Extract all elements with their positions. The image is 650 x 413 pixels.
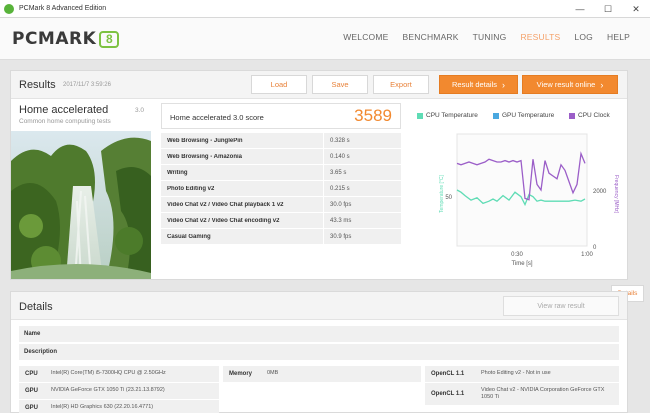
opencl-label: OpenCL 1.1: [431, 371, 465, 377]
nav-welcome[interactable]: WELCOME: [343, 32, 388, 42]
chevron-right-icon: ›: [600, 79, 604, 90]
subtest-name: Casual Gaming: [167, 233, 211, 240]
x-tick: 1:00: [581, 252, 593, 258]
opencl-value: Photo Editing v2 - Not in use: [481, 370, 551, 376]
subtest-name: Web Browsing - JunglePin: [167, 137, 243, 144]
subtest-row: Web Browsing - Amazonia 0.140 s: [161, 149, 401, 164]
x-axis-label: Time [s]: [511, 261, 532, 267]
logo-badge: 8: [99, 30, 120, 48]
view-result-online-button[interactable]: View result online ›: [522, 75, 618, 94]
y-right-axis-label: Frequency [MHz]: [613, 175, 619, 214]
chart-svg: Temperature [°C] Frequency [MHz] 50 2000…: [439, 133, 619, 267]
nav-help[interactable]: HELP: [607, 32, 630, 42]
plot-area: [456, 133, 588, 247]
details-header: Details View raw result: [11, 292, 627, 320]
description-label: Description: [24, 349, 58, 355]
nav-benchmark[interactable]: BENCHMARK: [403, 32, 459, 42]
opencl-row: OpenCL 1.1 Video Chat v2 - NVIDIA Corpor…: [425, 383, 619, 405]
y-left-axis-label: Temperature [°C]: [439, 174, 445, 212]
main-nav: WELCOME BENCHMARK TUNING RESULTS LOG HEL…: [343, 32, 630, 42]
score-label: Home accelerated 3.0 score: [170, 113, 264, 122]
y-left-tick: 50: [445, 195, 452, 201]
y-right-tick: 0: [593, 245, 597, 251]
cpu-value: Intel(R) Core(TM) i5-7300HQ CPU @ 2.50GH…: [51, 370, 166, 376]
cpu-label: CPU: [25, 371, 38, 377]
test-name: Home accelerated: [19, 104, 109, 116]
score-value: 3589: [354, 106, 392, 125]
y-right-tick: 2000: [593, 189, 607, 195]
subtest-name: Web Browsing - Amazonia: [167, 153, 243, 160]
app-icon: [4, 3, 14, 14]
cpu-row: CPU Intel(R) Core(TM) i5-7300HQ CPU @ 2.…: [19, 366, 219, 382]
score-box: Home accelerated 3.0 score 3589: [161, 103, 401, 129]
nav-log[interactable]: LOG: [574, 32, 593, 42]
window-title-bar: PCMark 8 Advanced Edition — ☐ ✕: [0, 0, 650, 18]
export-button[interactable]: Export: [373, 75, 429, 94]
memory-row: Memory 0MB: [223, 366, 421, 382]
load-button[interactable]: Load: [251, 75, 307, 94]
subtest-row: Photo Editing v2 0.215 s: [161, 181, 401, 196]
subtest-value: 0.140 s: [323, 149, 350, 164]
subtest-value: 30.0 fps: [323, 197, 351, 212]
subtest-row: Video Chat v2 / Video Chat encoding v2 4…: [161, 213, 401, 228]
logo-text: PCMARK: [12, 29, 97, 49]
result-details-button[interactable]: Result details ›: [439, 75, 518, 94]
results-toolbar: Results 2017/11/7 3:59:26 Load Save Expo…: [11, 71, 627, 99]
view-raw-result-button[interactable]: View raw result: [503, 296, 619, 316]
nav-results[interactable]: RESULTS: [520, 32, 560, 42]
subtest-value: 0.215 s: [323, 181, 350, 196]
x-tick: 0:30: [511, 252, 523, 258]
subtest-name: Video Chat v2 / Video Chat playback 1 v2: [167, 201, 284, 208]
subtest-value: 0.328 s: [323, 133, 350, 148]
results-panel: Results 2017/11/7 3:59:26 Load Save Expo…: [10, 70, 644, 302]
test-info: Home accelerated Common home computing t…: [11, 99, 151, 279]
monitoring-chart: CPU Temperature GPU Temperature CPU Cloc…: [411, 99, 644, 302]
gpu-row: GPU NVIDIA GeForce GTX 1050 Ti (23.21.13…: [19, 383, 219, 399]
subtest-name: Video Chat v2 / Video Chat encoding v2: [167, 217, 280, 224]
close-icon[interactable]: ✕: [622, 0, 650, 18]
minimize-icon[interactable]: —: [566, 0, 594, 18]
subtest-value: 30.9 fps: [323, 229, 351, 244]
subtest-row: Casual Gaming 30.9 fps: [161, 229, 401, 244]
results-title: Results: [19, 79, 56, 91]
description-row: Description: [19, 344, 619, 360]
nav-tuning[interactable]: TUNING: [473, 32, 507, 42]
pcmark-logo: PCMARK 8: [12, 29, 120, 49]
test-thumbnail-image: [11, 131, 151, 279]
gpu-value: Intel(R) HD Graphics 630 (22.20.16.4771): [51, 404, 154, 410]
gpu-value: NVIDIA GeForce GTX 1050 Ti (23.21.13.879…: [51, 387, 165, 393]
subtest-row: Web Browsing - JunglePin 0.328 s: [161, 133, 401, 148]
subtest-row: Writing 3.65 s: [161, 165, 401, 180]
subtest-name: Writing: [167, 169, 188, 176]
test-description: Common home computing tests: [19, 118, 111, 125]
window-controls: — ☐ ✕: [566, 0, 650, 18]
name-label: Name: [24, 331, 41, 337]
name-row: Name: [19, 326, 619, 342]
opencl-value: Video Chat v2 - NVIDIA Corporation GeFor…: [481, 387, 605, 400]
subtest-row: Video Chat v2 / Video Chat playback 1 v2…: [161, 197, 401, 212]
subtest-value: 43.3 ms: [323, 213, 351, 228]
memory-label: Memory: [229, 371, 253, 377]
save-button[interactable]: Save: [312, 75, 368, 94]
details-panel: Details View raw result Name Description…: [10, 291, 628, 413]
maximize-icon[interactable]: ☐: [594, 0, 622, 18]
subtest-table: Web Browsing - JunglePin 0.328 s Web Bro…: [161, 133, 401, 245]
gpu-label: GPU: [25, 405, 39, 411]
results-date: 2017/11/7 3:59:26: [63, 82, 111, 88]
details-title: Details: [19, 301, 53, 313]
subtest-value: 3.65 s: [323, 165, 346, 180]
subtest-name: Photo Editing v2: [167, 185, 215, 192]
gpu-label: GPU: [25, 388, 39, 394]
test-version: 3.0: [135, 107, 145, 114]
gpu-row: GPU Intel(R) HD Graphics 630 (22.20.16.4…: [19, 400, 219, 413]
view-result-online-label: View result online: [536, 80, 596, 89]
window-title: PCMark 8 Advanced Edition: [19, 5, 107, 12]
chevron-right-icon: ›: [502, 79, 506, 90]
opencl-row: OpenCL 1.1 Photo Editing v2 - Not in use: [425, 366, 619, 382]
opencl-label: OpenCL 1.1: [431, 391, 465, 397]
app-header: PCMARK 8 WELCOME BENCHMARK TUNING RESULT…: [0, 18, 650, 60]
result-details-label: Result details: [451, 80, 498, 89]
memory-value: 0MB: [267, 370, 279, 376]
